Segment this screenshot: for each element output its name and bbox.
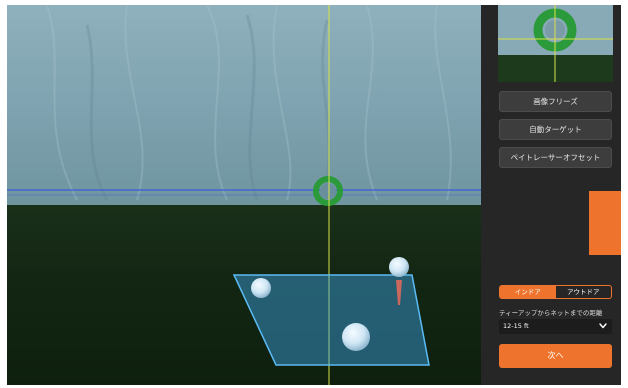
chevron-down-icon [599, 323, 607, 329]
auto-target-button[interactable]: 自動ターゲット [499, 119, 612, 140]
camera-scene [7, 5, 481, 385]
control-sidebar: 画像フリーズ 自動ターゲット ペイトレーサーオフセット インドア アウトドア テ… [481, 5, 621, 385]
environment-toggle[interactable]: インドア アウトドア [499, 285, 612, 299]
outdoor-option[interactable]: アウトドア [556, 286, 612, 298]
distance-dropdown[interactable]: 12-15 ft [499, 319, 612, 334]
freeze-image-button[interactable]: 画像フリーズ [499, 91, 612, 112]
golf-ball-center [342, 323, 370, 351]
camera-view[interactable] [7, 5, 481, 385]
indoor-option[interactable]: インドア [500, 286, 556, 298]
distance-label: ティーアップからネットまでの距離 [499, 309, 603, 317]
golf-ball-teed [389, 257, 409, 277]
target-preview [498, 5, 613, 82]
side-panel-tab[interactable] [589, 191, 621, 255]
next-button[interactable]: 次へ [499, 344, 612, 368]
golf-ball-left [251, 278, 271, 298]
distance-value: 12-15 ft [503, 322, 529, 330]
tee-tracer-offset-button[interactable]: ペイトレーサーオフセット [499, 147, 612, 168]
net-backdrop [7, 5, 481, 205]
